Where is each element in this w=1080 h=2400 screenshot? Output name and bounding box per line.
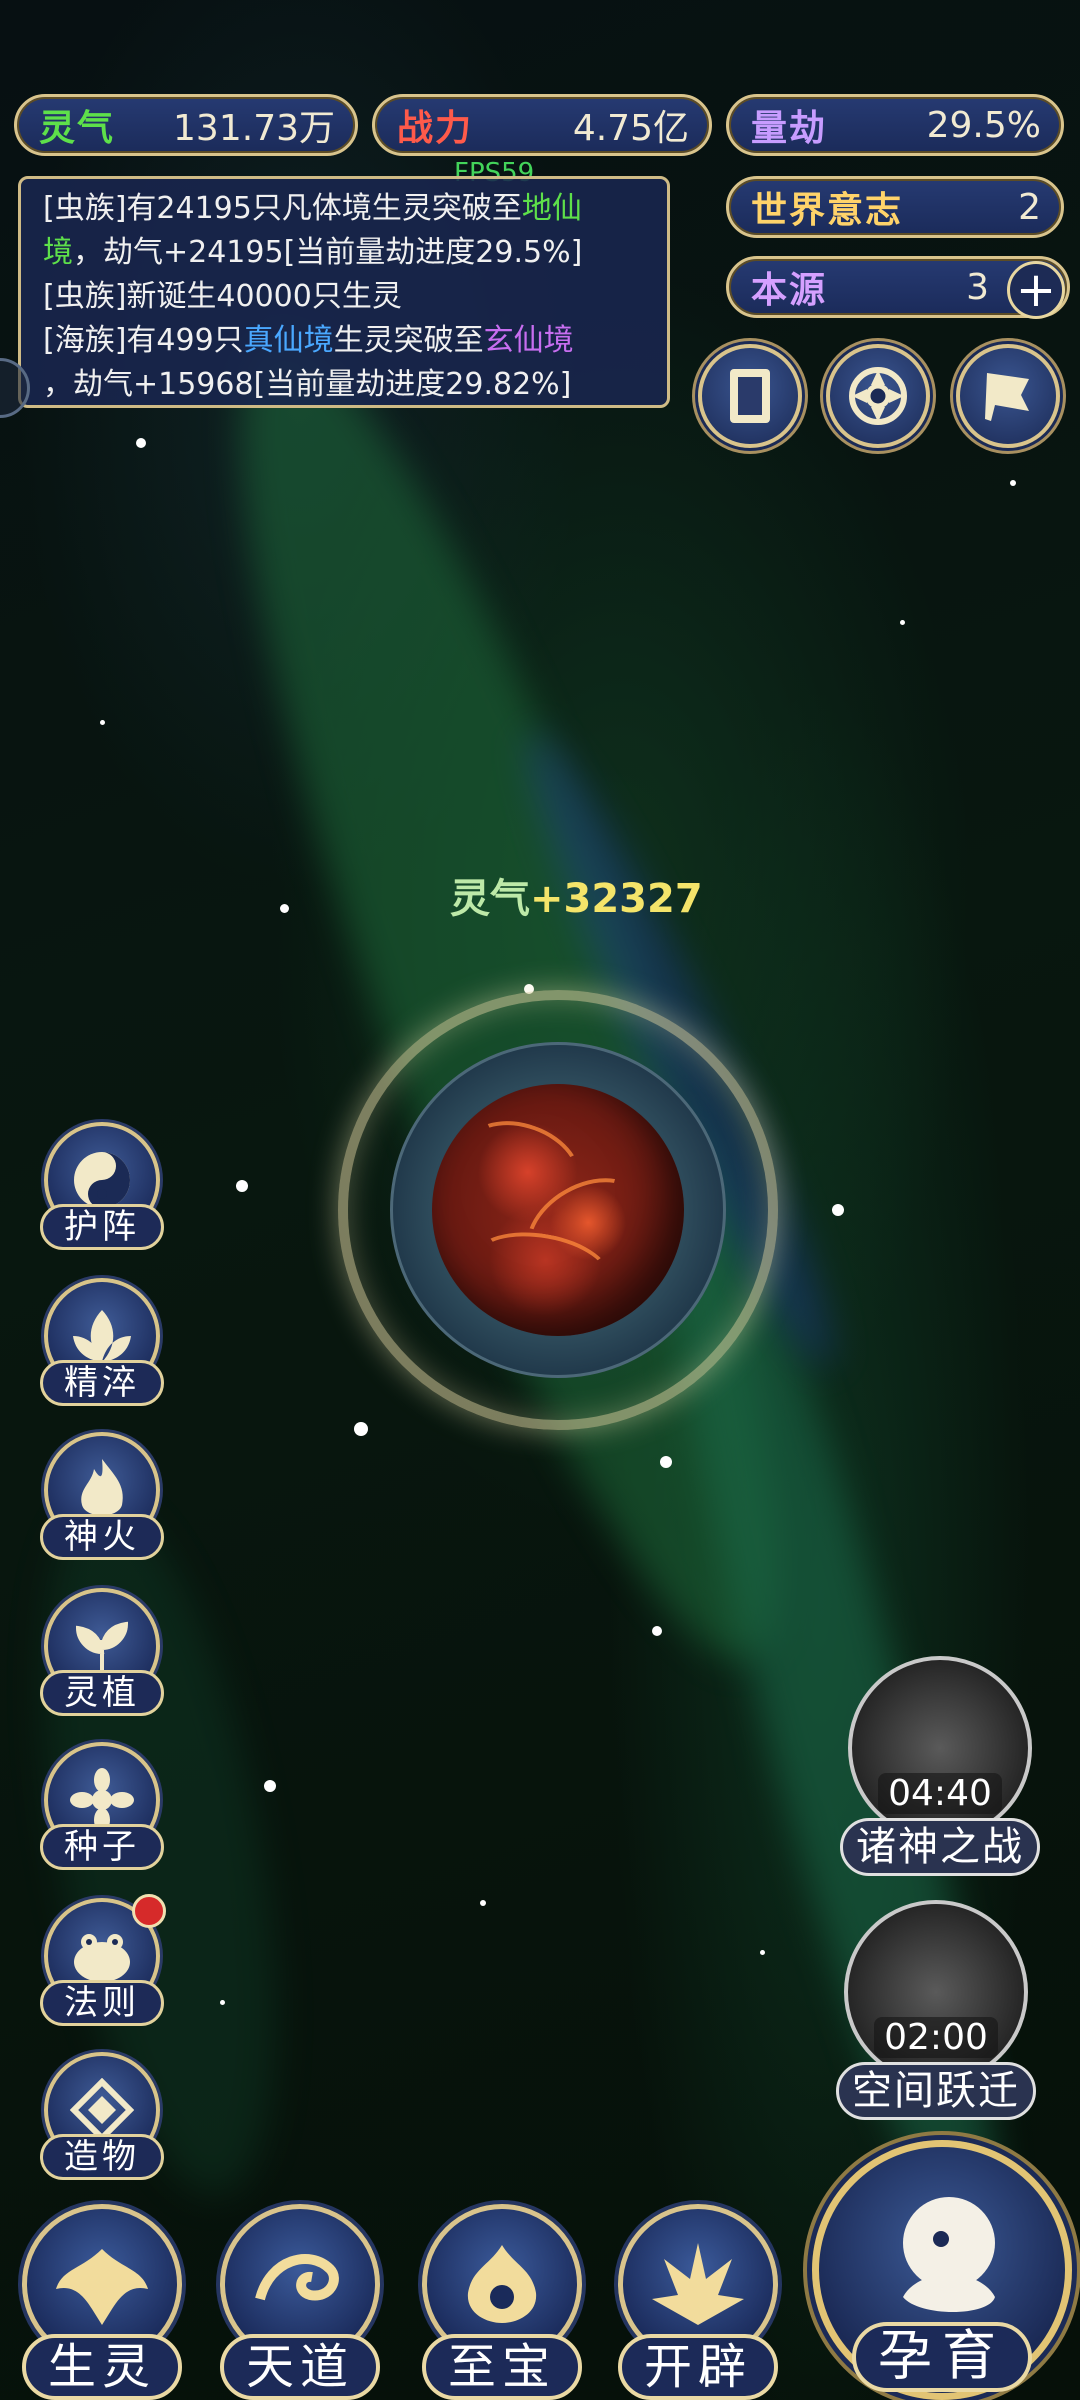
benyuan-stat-bar: 本源 3 + (726, 256, 1070, 319)
law-label: 法则 (40, 1980, 164, 2026)
zhanli-label: 战力 (397, 108, 474, 149)
lingqi-value: 131.73万 (173, 108, 335, 149)
nurture-label: 孕育 (852, 2322, 1032, 2392)
world-planet[interactable] (338, 990, 778, 1430)
divine-fire-label: 神火 (40, 1514, 164, 1560)
refine-label: 精淬 (40, 1360, 164, 1406)
add-benyuan-button[interactable]: + (1007, 261, 1065, 319)
world-will-stat-bar[interactable]: 世界意志 2 (726, 176, 1064, 238)
nav-treasure-label: 至宝 (422, 2334, 582, 2400)
nav-develop[interactable]: 开辟 (606, 2204, 790, 2400)
lingqi-label: 灵气 (39, 108, 116, 149)
nav-heaven-dao-label: 天道 (220, 2334, 380, 2400)
nav-treasure[interactable]: 至宝 (410, 2204, 594, 2400)
log-line: ，劫气+15968[当前量劫进度29.82%] (43, 367, 572, 402)
scroll-icon[interactable] (698, 344, 802, 448)
log-line: [虫族]有24195只凡体境生灵突破至地仙 (43, 191, 582, 226)
world-will-value: 2 (1018, 186, 1041, 228)
world-will-label: 世界意志 (751, 190, 904, 231)
vortex-icon[interactable] (826, 344, 930, 448)
refine-button[interactable]: 精淬 (40, 1278, 164, 1406)
lingqi-gain-popup: 灵气+32327 (450, 876, 703, 922)
zhanli-value: 4.75亿 (572, 108, 689, 149)
protect-formation-button[interactable]: 护阵 (40, 1122, 164, 1250)
portal-icon: 02:00 (844, 1900, 1028, 2084)
creation-label: 造物 (40, 2134, 164, 2180)
seed-button[interactable]: 种子 (40, 1742, 164, 1870)
liangjie-stat-bar[interactable]: 量劫 29.5% (726, 94, 1064, 156)
log-line: [海族]有499只真仙境生灵突破至玄仙境 (43, 323, 574, 358)
event-log-panel: [虫族]有24195只凡体境生灵突破至地仙 境，劫气+24195[当前量劫进度2… (18, 176, 670, 408)
space-jump-label: 空间跃迁 (836, 2062, 1036, 2120)
protect-formation-label: 护阵 (40, 1204, 164, 1250)
nav-heaven-dao[interactable]: 天道 (208, 2204, 392, 2400)
seed-label: 种子 (40, 1824, 164, 1870)
divine-fire-button[interactable]: 神火 (40, 1432, 164, 1560)
lingqi-stat-bar: 灵气 131.73万 (14, 94, 358, 156)
benyuan-value: 3 (966, 266, 989, 308)
space-jump-button[interactable]: 02:00 空间跃迁 (836, 1900, 1036, 2120)
war-of-gods-label: 诸神之战 (840, 1818, 1040, 1876)
liangjie-label: 量劫 (751, 108, 828, 149)
flag-icon[interactable] (956, 344, 1060, 448)
nav-develop-label: 开辟 (618, 2334, 778, 2400)
log-line: [虫族]新诞生40000只生灵 (43, 279, 402, 314)
log-line: 境，劫气+24195[当前量劫进度29.5%] (43, 235, 583, 270)
nav-creatures-label: 生灵 (22, 2334, 182, 2400)
war-of-gods-timer: 04:40 (878, 1773, 1002, 1814)
spirit-plant-label: 灵植 (40, 1670, 164, 1716)
creation-button[interactable]: 造物 (40, 2052, 164, 2180)
law-button[interactable]: 法则 (40, 1894, 166, 2026)
notification-badge (132, 1894, 166, 1928)
nav-creatures[interactable]: 生灵 (10, 2204, 194, 2400)
war-of-gods-button[interactable]: 04:40 诸神之战 (840, 1656, 1040, 1876)
space-jump-timer: 02:00 (874, 2017, 998, 2058)
sword-icon: 04:40 (848, 1656, 1032, 1840)
nurture-main-button[interactable]: 孕育 (812, 2140, 1072, 2400)
benyuan-label: 本源 (751, 270, 828, 311)
zhanli-stat-bar: 战力 4.75亿 (372, 94, 712, 156)
spirit-plant-button[interactable]: 灵植 (40, 1588, 164, 1716)
liangjie-value: 29.5% (926, 104, 1041, 146)
planet-globe (432, 1084, 684, 1336)
